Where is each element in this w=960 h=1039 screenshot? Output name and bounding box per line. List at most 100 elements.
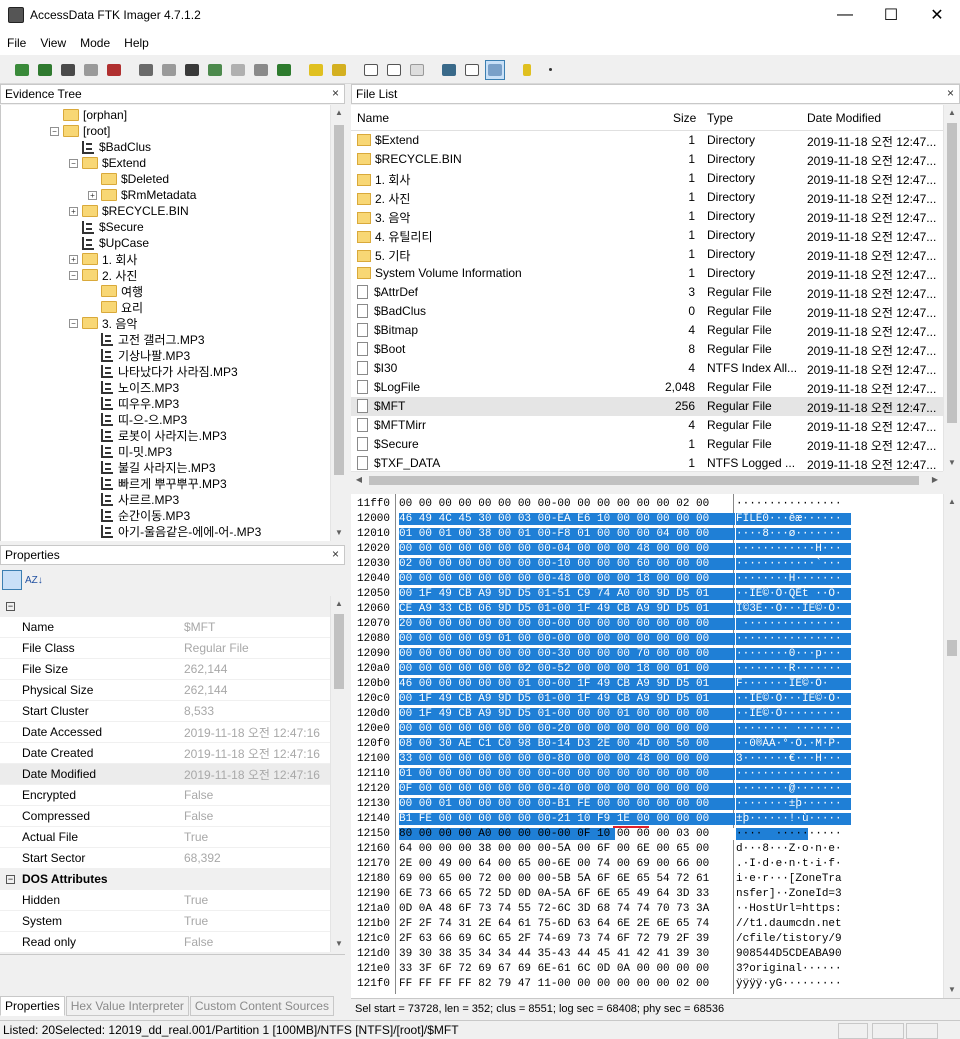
expand-icon[interactable]: + <box>69 254 78 264</box>
hex-row[interactable]: 121c0 2F 63 66 69 6C 65 2F 74-69 73 74 6F… <box>351 932 944 947</box>
scroll-left-arrow-icon[interactable]: ◀ <box>351 472 367 488</box>
properties-scroll-thumb[interactable] <box>334 614 344 689</box>
tree-item[interactable]: − 2. 사진 <box>69 267 137 283</box>
file-list-row[interactable]: 4. 유틸리티 1 Directory 2019-11-18 오전 12:47... <box>351 226 943 245</box>
image-mounting-icon[interactable] <box>58 60 78 80</box>
dropdown-icon[interactable] <box>540 60 560 80</box>
verify-drive-icon[interactable] <box>251 60 271 80</box>
tree-item[interactable]: 기상나팔.MP3 <box>88 347 190 363</box>
tree-item[interactable]: + $RECYCLE.BIN <box>69 203 189 219</box>
hex-ascii[interactable]: ············H··· <box>736 543 851 555</box>
scroll-down-arrow-icon[interactable]: ▼ <box>331 936 347 952</box>
hex-ascii[interactable]: ··HostUrl=https: <box>736 903 851 915</box>
help-icon[interactable] <box>517 60 537 80</box>
hex-ascii[interactable]: Î©3Ë··Õ···IË©·Õ· <box>736 603 851 615</box>
hex-ascii[interactable]: ················ <box>736 633 851 645</box>
hex-row[interactable]: 12110 01 00 00 00 00 00 00 00-00 00 00 00… <box>351 767 944 782</box>
hex-row[interactable]: 12100 33 00 00 00 00 00 00 00-80 00 00 00… <box>351 752 944 767</box>
property-row[interactable]: File Size 262,144 <box>0 659 330 680</box>
tree-item[interactable]: 띠우우.MP3 <box>88 395 179 411</box>
hex-ascii[interactable]: 3·······€···H··· <box>736 753 851 765</box>
scroll-up-arrow-icon[interactable]: ▲ <box>944 105 960 121</box>
hex-ascii[interactable]: ··0®ÁÀ·°·Ó.·M·P· <box>736 738 851 750</box>
menu-view[interactable]: View <box>33 36 73 50</box>
hex-bytes[interactable]: CE A9 33 CB 06 9D D5 01-00 1F 49 CB A9 9… <box>399 603 735 615</box>
property-row[interactable]: Start Cluster 8,533 <box>0 701 330 722</box>
hex-bytes[interactable]: 00 00 00 00 00 00 00 00-48 00 00 00 18 0… <box>399 573 735 585</box>
tab-custom-content-sources[interactable]: Custom Content Sources <box>189 996 334 1016</box>
hex-row[interactable]: 12040 00 00 00 00 00 00 00 00-48 00 00 00… <box>351 572 944 587</box>
hex-bytes[interactable]: 00 1F 49 CB A9 9D D5 01-00 00 00 01 00 0… <box>399 708 735 720</box>
hex-row[interactable]: 12190 6E 73 66 65 72 5D 0D 0A-5A 6F 6E 65… <box>351 887 944 902</box>
hex-row[interactable]: 121e0 33 3F 6F 72 69 67 69 6E-61 6C 0D 0A… <box>351 962 944 977</box>
scroll-up-arrow-icon[interactable]: ▲ <box>944 494 960 510</box>
property-row[interactable]: File Class Regular File <box>0 638 330 659</box>
property-row[interactable]: Encrypted False <box>0 785 330 806</box>
hex-row[interactable]: 12170 2E 00 49 00 64 00 65 00-6E 00 74 00… <box>351 857 944 872</box>
hex-row[interactable]: 120b0 46 00 00 00 00 00 01 00-00 1F 49 CB… <box>351 677 944 692</box>
property-row[interactable]: Physical Size 262,144 <box>0 680 330 701</box>
evidence-tree-close-icon[interactable]: × <box>332 86 339 100</box>
hex-ascii[interactable]: ········0···p··· <box>736 648 851 660</box>
hex-ascii[interactable]: ··············· <box>736 618 851 630</box>
file-list-scrollbar[interactable]: ▲ ▼ <box>943 105 960 471</box>
hex-ascii[interactable]: FILE0···êæ······ <box>736 513 851 525</box>
file-list-row[interactable]: $TXF_DATA 1 NTFS Logged ... 2019-11-18 오전 1… <box>351 454 943 471</box>
key-icon[interactable] <box>329 60 349 80</box>
hex-ascii[interactable]: ··IË©·Õ···IË©·Õ· <box>736 693 851 705</box>
hex-bytes[interactable]: 00 1F 49 CB A9 9D D5 01-00 1F 49 CB A9 9… <box>399 693 735 705</box>
hex-ascii[interactable]: /cfile/tistory/9 <box>736 933 851 945</box>
property-row[interactable]: Start Sector 68,392 <box>0 848 330 869</box>
hex-row[interactable]: 12180 69 00 65 00 72 00 00 00-5B 5A 6F 6E… <box>351 872 944 887</box>
hex-row[interactable]: 121a0 0D 0A 48 6F 73 74 55 72-6C 3D 68 74… <box>351 902 944 917</box>
hex-bytes[interactable]: 01 00 00 00 00 00 00 00-00 00 00 00 00 0… <box>399 768 735 780</box>
new-document-icon[interactable] <box>361 60 381 80</box>
close-button[interactable]: ✕ <box>914 0 960 30</box>
hex-row[interactable]: 12060 CE A9 33 CB 06 9D D5 01-00 1F 49 CB… <box>351 602 944 617</box>
file-list-row[interactable]: $MFTMirr 4 Regular File 2019-11-18 오전 12:47… <box>351 416 943 435</box>
hex-bytes[interactable]: 00 00 00 00 09 01 00 00-00 00 00 00 00 0… <box>399 633 735 645</box>
scroll-right-arrow-icon[interactable]: ▶ <box>927 472 943 488</box>
hex-bytes[interactable]: 64 00 00 00 38 00 00 00-5A 00 6F 00 6E 0… <box>399 843 735 855</box>
tree-item[interactable]: − $Extend <box>69 155 146 171</box>
hex-ascii[interactable]: ········ ······· <box>736 723 851 735</box>
hex-bytes[interactable]: FF FF FF FF 82 79 47 11-00 00 00 00 00 0… <box>399 978 735 990</box>
hex-bytes[interactable]: 00 00 00 00 00 00 02 00-52 00 00 00 18 0… <box>399 663 735 675</box>
hex-row[interactable]: 121b0 2F 2F 74 31 2E 64 61 75-6D 63 64 6E… <box>351 917 944 932</box>
hex-bytes[interactable]: 33 00 00 00 00 00 00 00-80 00 00 00 48 0… <box>399 753 735 765</box>
file-list-row[interactable]: $Boot 8 Regular File 2019-11-18 오전 12:47... <box>351 340 943 359</box>
hex-ascii[interactable]: ····8···ø······· <box>736 528 851 540</box>
hex-bytes[interactable]: 00 00 00 00 00 00 00 00-00 00 00 00 00 0… <box>399 498 735 510</box>
hex-row[interactable]: 12000 46 49 4C 45 30 00 03 00-EA E6 10 00… <box>351 512 944 527</box>
hex-row[interactable]: 12020 00 00 00 00 00 00 00 00-04 00 00 00… <box>351 542 944 557</box>
menu-help[interactable]: Help <box>117 36 156 50</box>
menu-file[interactable]: File <box>0 36 33 50</box>
hex-ascii[interactable]: F·······IË©·Õ· <box>736 678 851 690</box>
save-icon[interactable] <box>182 60 202 80</box>
file-list-row[interactable]: $BadClus 0 Regular File 2019-11-18 오전 12:47… <box>351 302 943 321</box>
file-list-row[interactable]: 1. 회사 1 Directory 2019-11-18 오전 12:47... <box>351 169 943 188</box>
hex-bytes[interactable]: B1 FE 00 00 00 00 00 00-21 10 F9 1E 00 0… <box>399 813 735 825</box>
hex-ascii[interactable]: 3?original······ <box>736 963 851 975</box>
hex-ascii[interactable]: nsfer]··ZoneId=3 <box>736 888 851 900</box>
hex-view-icon[interactable] <box>485 59 505 80</box>
scroll-down-arrow-icon[interactable]: ▼ <box>944 982 960 998</box>
hex-bytes[interactable]: 20 00 00 00 00 00 00 00-00 00 00 00 00 0… <box>399 618 735 630</box>
property-row[interactable]: Read only False <box>0 932 330 952</box>
hex-ascii[interactable]: ±þ······!·ù····· <box>736 813 851 825</box>
hex-row[interactable]: 12140 B1 FE 00 00 00 00 00 00-21 10 F9 1E… <box>351 812 944 827</box>
file-list-row[interactable]: $AttrDef 3 Regular File 2019-11-18 오전 12:47… <box>351 283 943 302</box>
hex-row[interactable]: 12010 01 00 01 00 38 00 01 00-F8 01 00 00… <box>351 527 944 542</box>
file-list-row[interactable]: $Bitmap 4 Regular File 2019-11-18 오전 12:47.… <box>351 321 943 340</box>
hex-bytes[interactable]: 2F 2F 74 31 2E 64 61 75-6D 63 64 6E 2E 6… <box>399 918 735 930</box>
file-list-row[interactable]: $LogFile 2,048 Regular File 2019-11-18 오전 1… <box>351 378 943 397</box>
hex-bytes[interactable]: 46 00 00 00 00 00 01 00-00 1F 49 CB A9 9… <box>399 678 735 690</box>
hex-row[interactable]: 12080 00 00 00 00 09 01 00 00-00 00 00 00… <box>351 632 944 647</box>
tree-item[interactable]: − [root] <box>50 123 110 139</box>
hex-bytes[interactable]: 33 3F 6F 72 69 67 69 6E-61 6C 0D 0A 00 0… <box>399 963 735 975</box>
property-row[interactable]: Date Accessed 2019-11-18 오전 12:47:16 <box>0 722 330 743</box>
hex-bytes[interactable]: 01 00 01 00 38 00 01 00-F8 01 00 00 00 0… <box>399 528 735 540</box>
collapse-icon[interactable]: − <box>69 318 78 328</box>
tree-item[interactable]: 미-밋.MP3 <box>88 443 172 459</box>
hex-bytes[interactable]: 00 00 00 00 00 00 00 00-20 00 00 00 00 0… <box>399 723 735 735</box>
